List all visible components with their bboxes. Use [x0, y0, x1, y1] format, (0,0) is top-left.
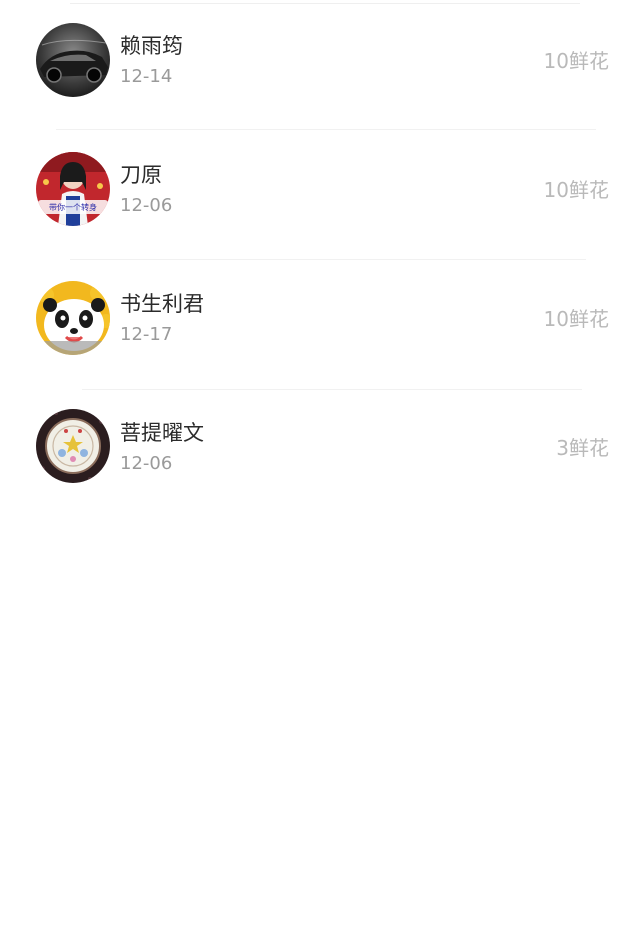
gift-date: 12-06: [120, 195, 173, 216]
gift-date: 12-14: [120, 66, 173, 87]
sports-car-avatar[interactable]: [36, 23, 110, 97]
flower-count: 3鲜花: [556, 436, 609, 460]
sports-car-icon: [36, 23, 110, 97]
flower-count: 10鲜花: [543, 49, 609, 73]
panda-cartoon-icon: [36, 281, 110, 355]
list-item[interactable]: 赖雨筠 12-14 10鲜花: [0, 0, 640, 130]
flower-count: 10鲜花: [543, 307, 609, 331]
decorative-plate-avatar[interactable]: [36, 409, 110, 483]
user-name: 赖雨筠: [120, 34, 183, 58]
flower-count: 10鲜花: [543, 178, 609, 202]
decorative-plate-icon: [36, 409, 110, 483]
list-item[interactable]: 菩提曜文 12-06 3鲜花: [0, 390, 640, 518]
avatar-caption: 带你一个转身: [49, 202, 97, 212]
user-name: 书生利君: [120, 292, 204, 316]
gift-date: 12-17: [120, 324, 173, 345]
user-name: 刀原: [120, 163, 162, 187]
list-item[interactable]: 书生利君 12-17 10鲜花: [0, 260, 640, 390]
girl-photo-avatar[interactable]: 带你一个转身: [36, 152, 110, 226]
gift-date: 12-06: [120, 453, 173, 474]
user-name: 菩提曜文: [120, 421, 204, 445]
panda-cartoon-avatar[interactable]: [36, 281, 110, 355]
list-item[interactable]: 带你一个转身 刀原 12-06 10鲜花: [0, 130, 640, 260]
girl-photo-icon: 带你一个转身: [36, 152, 110, 226]
